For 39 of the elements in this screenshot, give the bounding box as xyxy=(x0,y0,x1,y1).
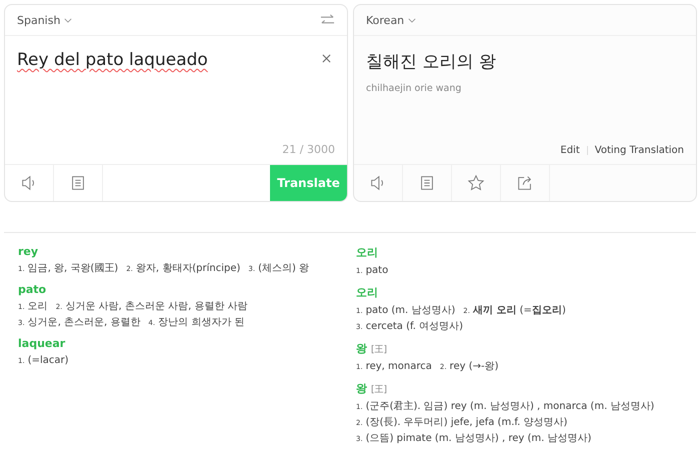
sense-text: 싱거운 사람, 촌스러운 사람, 용렬한 사람 xyxy=(65,301,248,312)
hanja-label: [王] xyxy=(371,384,388,396)
sense-text: (체스의) 왕 xyxy=(258,263,310,274)
translation-link[interactable]: Edit xyxy=(560,145,580,156)
sense-text: 싱거운, 촌스러운, 용렬한 xyxy=(28,317,140,328)
sense-text: 임금, 왕, 국왕(國王) xyxy=(28,263,118,274)
sense-text: (=lacar) xyxy=(28,355,69,366)
sense-text: rey (→-왕) xyxy=(450,361,498,372)
sense-text: cerceta (f. 여성명사) xyxy=(366,321,464,332)
sense-text: (으뜸) pimate (m. 남성명사) , rey (m. 남성명사) xyxy=(366,433,592,444)
translation-link[interactable]: Voting Translation xyxy=(594,145,684,156)
sense-text: 왕자, 황태자(príncipe) xyxy=(136,263,240,274)
dictionary-headword[interactable]: 오리 xyxy=(356,245,378,260)
character-counter: 21 / 3000 xyxy=(282,143,335,156)
source-language-dropdown[interactable]: Spanish xyxy=(17,14,72,26)
hanja-label: [王] xyxy=(371,344,388,356)
sense-text: (장(長). 우두머리) jefe, jefa (m.f. 양성명사) xyxy=(366,417,568,428)
source-text-input[interactable]: Rey del pato laqueado xyxy=(17,50,208,70)
sense-text: 새끼 오리 (=집오리) xyxy=(472,305,566,316)
dictionary-headword[interactable]: rey xyxy=(18,245,38,258)
caret-icon xyxy=(64,18,72,22)
close-icon[interactable] xyxy=(322,54,331,63)
caret-icon xyxy=(408,18,416,22)
romanization-text: chilhaejin orie wang xyxy=(366,83,462,94)
dictionary-headword[interactable]: 왕 xyxy=(356,341,367,356)
translation-text: 칠해진 오리의 왕 xyxy=(366,51,497,73)
sense-text: pato xyxy=(366,265,388,276)
dictionary-headword[interactable]: laquear xyxy=(18,337,66,350)
dictionary-headword[interactable]: 오리 xyxy=(356,285,378,300)
swap-icon[interactable] xyxy=(320,14,335,26)
translate-button[interactable]: Translate xyxy=(270,165,347,201)
dictionary-headword[interactable]: pato xyxy=(18,283,46,296)
sense-text: (군주(君主). 임금) rey (m. 남성명사) , monarca (m. 남성명사) xyxy=(366,401,654,412)
target-language-dropdown[interactable]: Korean xyxy=(366,14,416,26)
dictionary-headword[interactable]: 왕 xyxy=(356,381,367,396)
sense-text: 오리 xyxy=(28,301,48,312)
sense-text: rey, monarca xyxy=(366,361,432,372)
sense-text: 장난의 희생자가 된 xyxy=(158,317,244,328)
sense-text: pato (m. 남성명사) xyxy=(366,305,456,316)
